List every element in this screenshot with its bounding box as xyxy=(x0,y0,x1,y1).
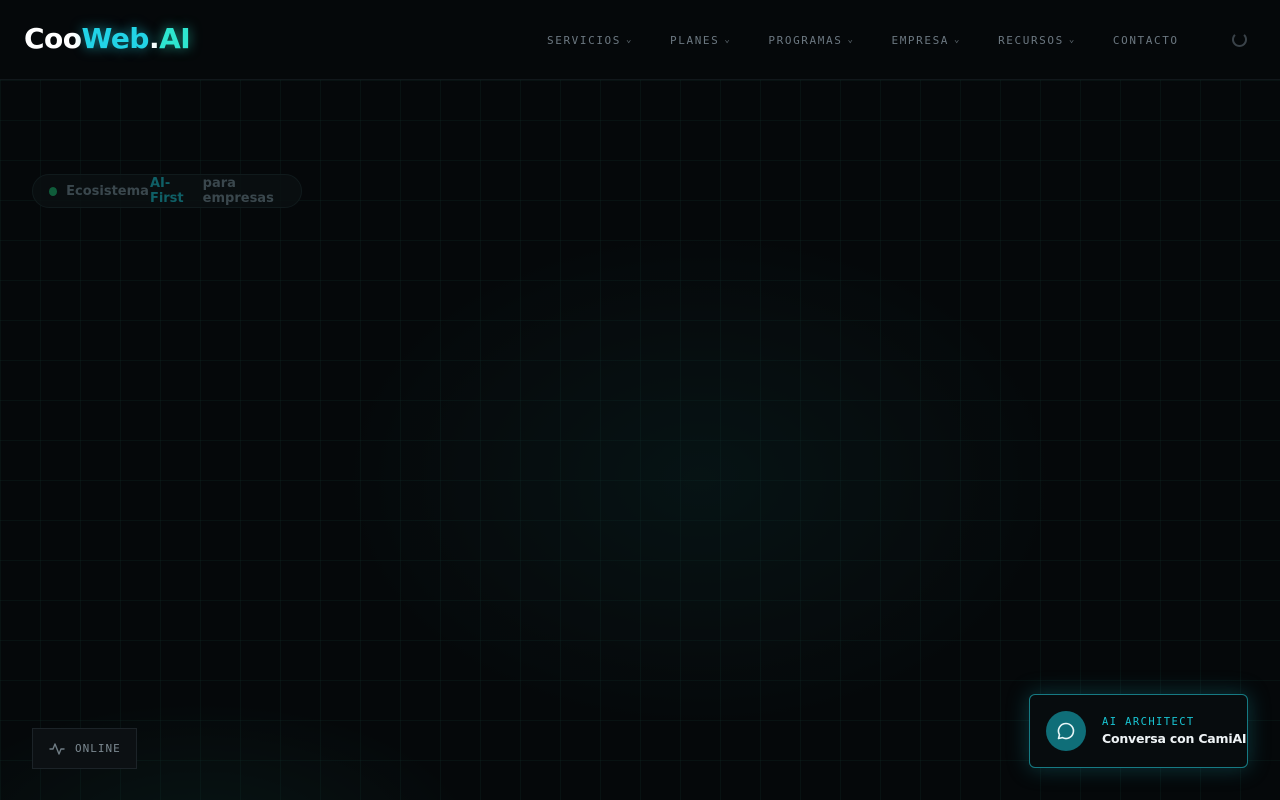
chevron-down-icon: ⌄ xyxy=(626,35,634,45)
nav-item-label: PROGRAMAS xyxy=(768,33,843,47)
chat-icon-circle xyxy=(1046,711,1086,751)
chevron-down-icon: ⌄ xyxy=(954,35,962,45)
nav-item-label: EMPRESA xyxy=(891,33,950,47)
chevron-down-icon: ⌄ xyxy=(1068,35,1076,45)
logo-part-coo: Coo xyxy=(24,22,82,55)
hero-badge: Ecosistema AI-First para empresas xyxy=(32,174,302,208)
logo-part-dot: . xyxy=(148,22,160,55)
site-header: CooWeb.AI SERVICIOS ⌄ PLANES ⌄ PROGRAMAS… xyxy=(0,0,1280,80)
nav-item-label: RECURSOS xyxy=(998,33,1064,47)
main-nav: SERVICIOS ⌄ PLANES ⌄ PROGRAMAS ⌄ EMPRESA… xyxy=(547,32,1179,48)
nav-item-programas[interactable]: PROGRAMAS ⌄ xyxy=(768,32,854,48)
chevron-down-icon: ⌄ xyxy=(847,35,855,45)
online-status-indicator: ONLINE xyxy=(32,728,137,769)
chevron-down-icon: ⌄ xyxy=(724,35,732,45)
status-dot-icon xyxy=(49,186,58,196)
chat-bubble-icon xyxy=(1057,722,1075,740)
loading-spinner-icon xyxy=(1232,32,1247,47)
nav-item-recursos[interactable]: RECURSOS ⌄ xyxy=(998,32,1076,48)
nav-item-contacto[interactable]: CONTACTO xyxy=(1113,32,1179,48)
badge-text-post: para empresas xyxy=(202,176,274,206)
logo-part-ai: AI xyxy=(159,22,191,55)
chat-widget-title: Conversa con CamiAI xyxy=(1102,731,1247,746)
badge-text-highlight: AI-First xyxy=(149,176,184,206)
badge-text-pre: Ecosistema xyxy=(66,183,149,199)
nav-item-label: PLANES xyxy=(670,33,720,47)
nav-item-servicios[interactable]: SERVICIOS ⌄ xyxy=(547,32,633,48)
chat-widget-eyebrow: AI ARCHITECT xyxy=(1102,716,1195,728)
nav-item-label: SERVICIOS xyxy=(547,33,622,47)
logo-part-web: Web xyxy=(81,22,150,55)
nav-item-label: CONTACTO xyxy=(1112,33,1179,47)
chat-widget-text: AI ARCHITECT Conversa con CamiAI xyxy=(1102,716,1247,746)
nav-item-empresa[interactable]: EMPRESA ⌄ xyxy=(891,32,961,48)
activity-icon xyxy=(49,742,65,755)
online-status-label: ONLINE xyxy=(75,742,121,755)
brand-logo[interactable]: CooWeb.AI xyxy=(24,22,191,55)
chat-widget-button[interactable]: AI ARCHITECT Conversa con CamiAI xyxy=(1029,694,1248,768)
nav-item-planes[interactable]: PLANES ⌄ xyxy=(670,32,731,48)
